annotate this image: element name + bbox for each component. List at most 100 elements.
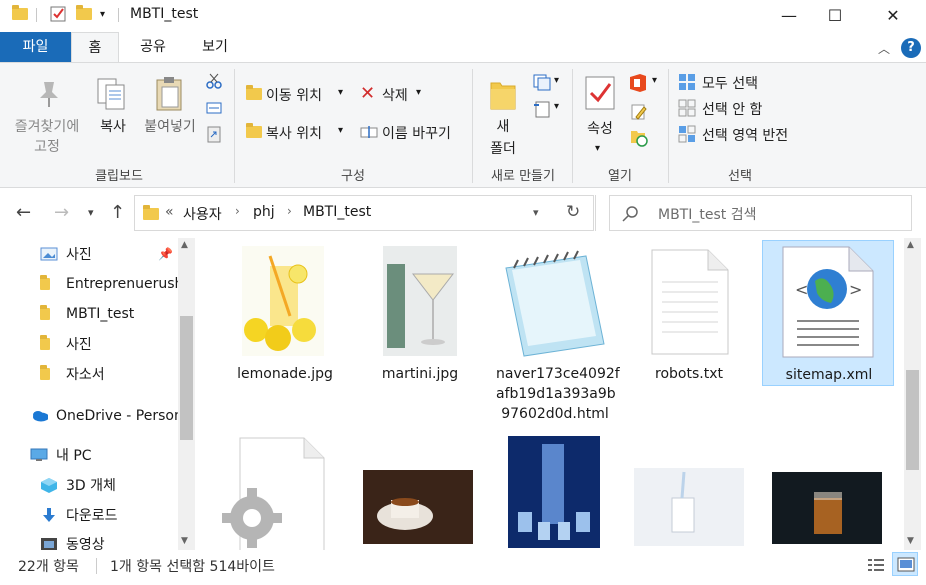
folder-icon bbox=[12, 5, 28, 22]
maximize-button[interactable]: ☐ bbox=[812, 0, 858, 30]
large-icons-view-icon bbox=[897, 557, 915, 572]
select-all-icon bbox=[679, 74, 695, 90]
sidebar-item-this-pc[interactable]: 내 PC bbox=[0, 441, 178, 469]
details-view-icon[interactable] bbox=[866, 556, 886, 574]
tab-view[interactable]: 보기 bbox=[184, 32, 246, 62]
select-none-button[interactable]: 선택 안 함 bbox=[676, 97, 806, 119]
properties-quick-icon[interactable] bbox=[50, 6, 66, 22]
sidebar-item-resume[interactable]: 자소서 bbox=[0, 360, 178, 388]
paste-shortcut-icon[interactable] bbox=[207, 125, 221, 143]
new-folder-label-line1: 새 bbox=[496, 119, 510, 135]
file-name: martini.jpg bbox=[381, 366, 459, 382]
file-item-selected[interactable]: < > sitemap.xml bbox=[762, 240, 894, 386]
notepad-file-icon bbox=[505, 250, 605, 357]
move-to-button[interactable]: 이동 위치 ▾ bbox=[244, 83, 352, 107]
back-arrow-icon[interactable]: ← bbox=[16, 202, 31, 223]
new-item-icon[interactable] bbox=[532, 73, 552, 91]
chevron-down-icon[interactable]: ▾ bbox=[554, 101, 559, 112]
select-all-button[interactable]: 모두 선택 bbox=[676, 71, 806, 93]
new-folder-quick-icon[interactable] bbox=[76, 5, 92, 22]
content-scrollbar-thumb[interactable] bbox=[906, 370, 919, 470]
chevron-down-icon[interactable]: ▾ bbox=[652, 75, 657, 86]
collapse-ribbon-icon[interactable]: ︿ bbox=[878, 40, 890, 57]
quick-access-dropdown-icon[interactable]: ▾ bbox=[100, 9, 116, 25]
scroll-up-icon[interactable]: ▲ bbox=[907, 240, 914, 250]
sidebar-item-pictures-folder[interactable]: 사진 bbox=[0, 330, 178, 358]
download-icon bbox=[43, 508, 55, 522]
history-icon[interactable] bbox=[630, 127, 648, 147]
overflow-chevron-icon[interactable]: « bbox=[165, 204, 174, 220]
address-dropdown-icon[interactable]: ▾ bbox=[533, 206, 539, 219]
sidebar-item-3d-objects[interactable]: 3D 개체 bbox=[0, 471, 178, 499]
tab-file[interactable]: 파일 bbox=[0, 32, 71, 62]
invert-selection-button[interactable]: 선택 영역 반전 bbox=[676, 123, 816, 145]
scroll-up-icon[interactable]: ▲ bbox=[181, 240, 188, 250]
sidebar-item-entreprenuerush[interactable]: Entreprenuerush bbox=[0, 270, 178, 298]
navigation-pane: 사진 📌 Entreprenuerush MBTI_test 사진 자소서 On… bbox=[0, 238, 196, 553]
rename-button[interactable]: 이름 바꾸기 bbox=[358, 121, 468, 145]
file-item[interactable]: martini.jpg bbox=[361, 242, 479, 392]
svg-text:>: > bbox=[849, 280, 862, 299]
new-folder-label-line2: 폴더 bbox=[490, 141, 516, 157]
chevron-down-icon: ▾ bbox=[416, 87, 422, 98]
move-to-icon bbox=[246, 85, 262, 101]
title-bar: ▾ MBTI_test — ☐ ✕ bbox=[0, 0, 926, 32]
breadcrumb-item[interactable]: phj bbox=[253, 204, 275, 220]
pin-to-quick-access-button[interactable]: 즐겨찾기에 고정 bbox=[8, 67, 86, 163]
folder-icon bbox=[40, 335, 58, 352]
move-to-label: 이동 위치 bbox=[266, 88, 322, 104]
sidebar-item-label: 3D 개체 bbox=[66, 478, 116, 494]
easy-access-icon[interactable] bbox=[532, 99, 552, 119]
sidebar-item-onedrive[interactable]: OneDrive - Person bbox=[0, 402, 178, 430]
file-item[interactable] bbox=[630, 468, 748, 548]
office-open-icon[interactable] bbox=[628, 73, 648, 93]
file-item[interactable]: lemonade.jpg bbox=[226, 242, 344, 392]
tab-share[interactable]: 공유 bbox=[122, 32, 184, 62]
file-item[interactable]: naver173ce4092f afb19d1a393a9b 97602d0d.… bbox=[496, 242, 620, 432]
window-title: MBTI_test bbox=[130, 6, 199, 22]
properties-button[interactable]: 속성 ▾ bbox=[578, 67, 622, 163]
chevron-down-icon[interactable]: ▾ bbox=[554, 75, 559, 86]
large-icons-view-button[interactable] bbox=[892, 552, 918, 576]
folder-icon bbox=[40, 305, 58, 322]
tab-home[interactable]: 홈 bbox=[71, 32, 119, 63]
address-bar[interactable]: « 사용자 › phj › MBTI_test ▾ bbox=[134, 195, 594, 231]
file-item[interactable]: robots.txt bbox=[630, 242, 748, 392]
nav-scrollbar-thumb[interactable] bbox=[180, 316, 193, 440]
sidebar-item-pictures-pinned[interactable]: 사진 📌 bbox=[0, 240, 178, 268]
search-box[interactable]: MBTI_test 검색 bbox=[609, 195, 912, 231]
minimize-button[interactable]: — bbox=[766, 0, 812, 30]
cut-icon[interactable] bbox=[206, 73, 222, 89]
breadcrumb-item[interactable]: 사용자 bbox=[183, 204, 222, 224]
sidebar-item-label: 사진 bbox=[66, 337, 92, 353]
close-button[interactable]: ✕ bbox=[870, 0, 916, 30]
breadcrumb-item[interactable]: MBTI_test bbox=[303, 204, 371, 220]
select-none-icon bbox=[678, 99, 696, 117]
copy-to-button[interactable]: 복사 위치 ▾ bbox=[244, 121, 352, 145]
file-item[interactable] bbox=[361, 470, 479, 550]
file-item[interactable] bbox=[766, 472, 884, 548]
paste-button[interactable]: 붙여넣기 bbox=[138, 67, 202, 163]
up-arrow-icon[interactable]: ↑ bbox=[110, 202, 125, 223]
scroll-down-icon[interactable]: ▼ bbox=[181, 536, 188, 546]
file-item[interactable] bbox=[218, 434, 336, 550]
martini-thumbnail bbox=[383, 246, 457, 356]
copy-button[interactable]: 복사 bbox=[90, 67, 136, 163]
forward-arrow-icon[interactable]: → bbox=[54, 202, 69, 223]
sidebar-item-mbti-test[interactable]: MBTI_test bbox=[0, 300, 178, 328]
selection-info: 1개 항목 선택함 514바이트 bbox=[110, 559, 275, 575]
file-item[interactable] bbox=[496, 434, 614, 550]
new-folder-button[interactable]: 새 폴더 bbox=[478, 67, 528, 163]
copy-path-icon[interactable] bbox=[206, 101, 222, 115]
help-icon[interactable]: ? bbox=[901, 38, 921, 58]
select-group-label: 선택 bbox=[728, 169, 752, 184]
file-name: lemonade.jpg bbox=[237, 366, 333, 382]
edit-icon[interactable] bbox=[630, 103, 648, 121]
delete-button[interactable]: ✕ 삭제 ▾ bbox=[358, 83, 428, 107]
pin-label-line2: 고정 bbox=[34, 139, 60, 155]
sidebar-item-downloads[interactable]: 다운로드 bbox=[0, 501, 178, 529]
refresh-icon[interactable]: ↻ bbox=[566, 202, 580, 222]
open-group-label: 열기 bbox=[608, 169, 632, 184]
recent-locations-chevron-icon[interactable]: ▾ bbox=[88, 206, 94, 219]
scroll-down-icon[interactable]: ▼ bbox=[907, 536, 914, 546]
